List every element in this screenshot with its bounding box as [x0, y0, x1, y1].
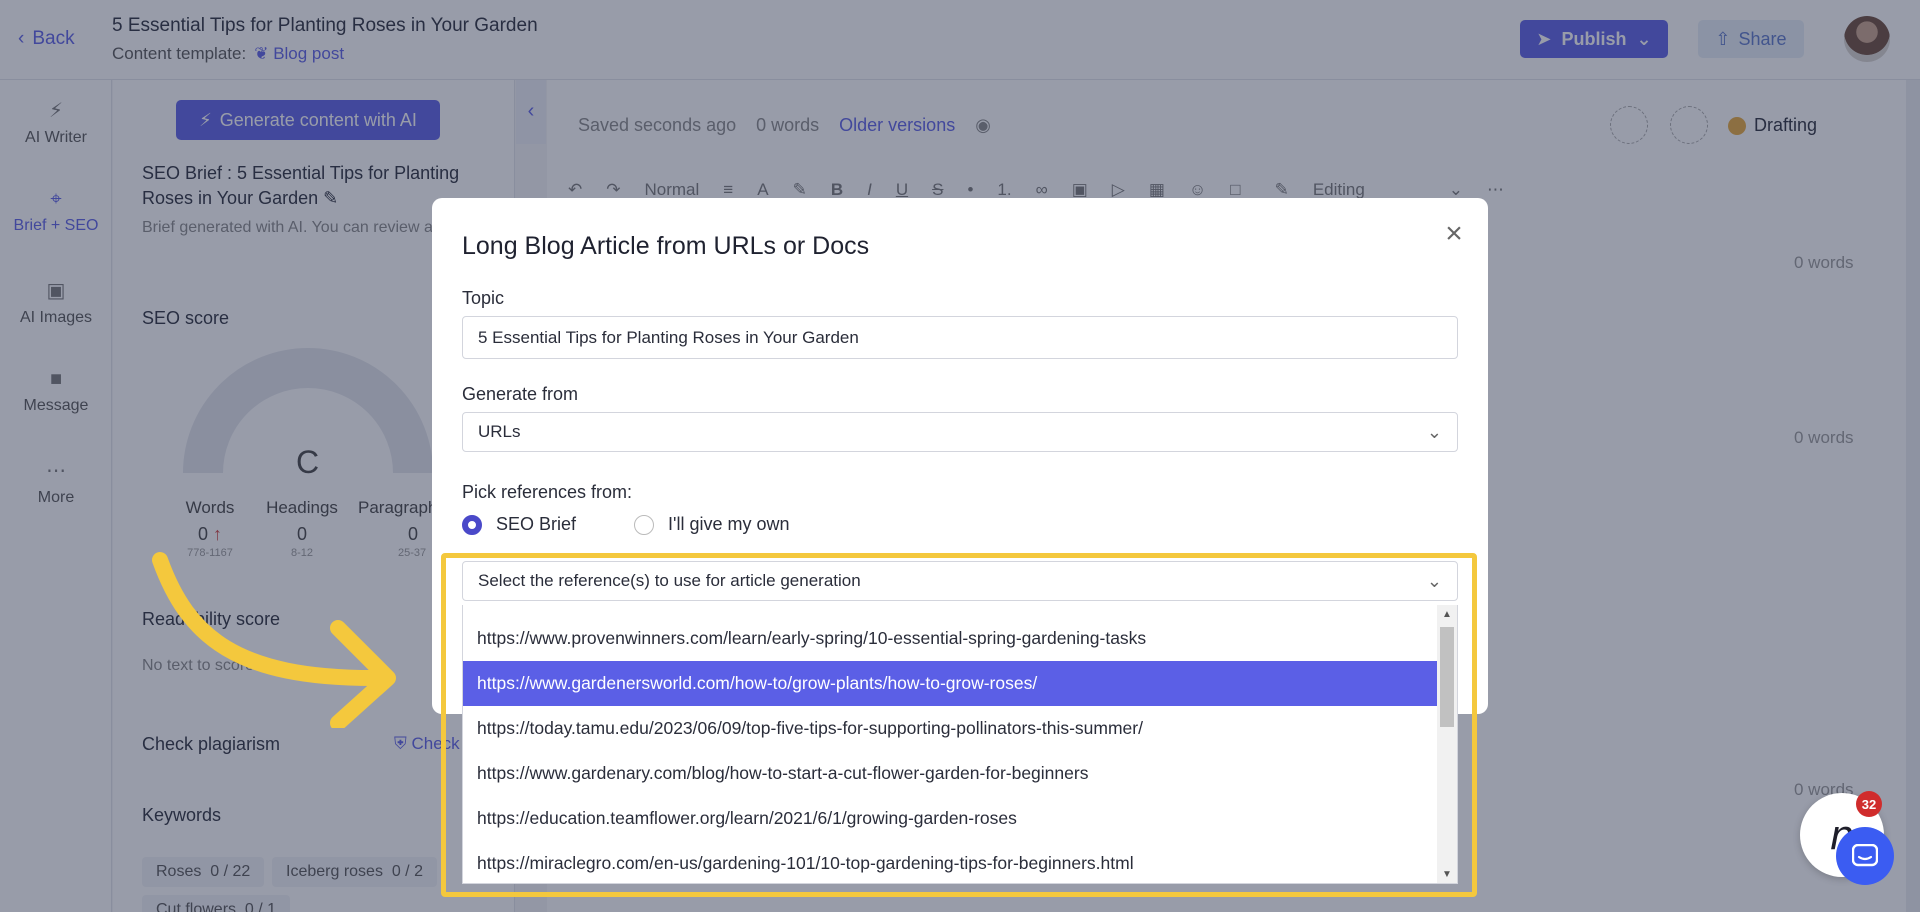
generate-from-select[interactable]: URLs ⌄: [462, 412, 1458, 452]
seo-brief-radio[interactable]: [462, 514, 482, 535]
close-icon[interactable]: ×: [1440, 219, 1468, 249]
chat-launcher-button[interactable]: [1836, 827, 1894, 885]
reference-source-radios: SEO Brief I'll give my own: [462, 514, 790, 535]
own-references-radio[interactable]: [634, 514, 655, 535]
seo-brief-radio-label[interactable]: SEO Brief: [496, 514, 576, 535]
notification-badge: 32: [1856, 791, 1882, 817]
generate-from-label: Generate from: [462, 384, 579, 404]
tutorial-highlight-box: [441, 553, 1477, 897]
topic-label: Topic: [462, 288, 505, 308]
modal-title: Long Blog Article from URLs or Docs: [462, 232, 870, 260]
pick-references-label: Pick references from:: [462, 482, 633, 502]
own-references-radio-label[interactable]: I'll give my own: [668, 514, 789, 535]
tutorial-arrow: [152, 552, 396, 728]
topic-input[interactable]: 5 Essential Tips for Planting Roses in Y…: [462, 316, 1458, 359]
chat-icon: [1852, 844, 1878, 867]
chevron-down-icon: ⌄: [1426, 421, 1442, 442]
